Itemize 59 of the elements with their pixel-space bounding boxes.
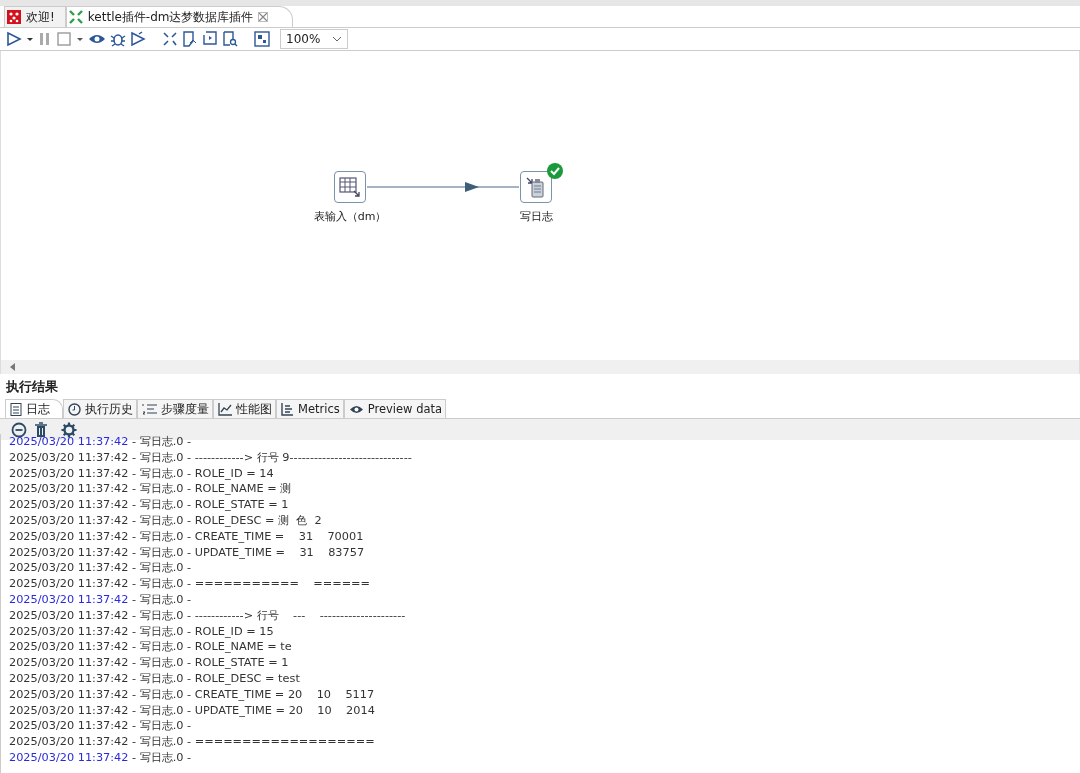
chevron-down-icon — [332, 36, 342, 42]
results-tab[interactable]: 日志 — [5, 399, 63, 418]
close-icon[interactable] — [258, 12, 269, 22]
log-line: 2025/03/20 11:37:42 - 写日志.0 - ROLE_NAME = te — [9, 639, 293, 656]
zoom-dropdown[interactable]: 100% — [280, 29, 348, 49]
log-line: 2025/03/20 11:37:42 - 写日志.0 - ROLE_ID = 14 — [9, 465, 275, 482]
tab-label: 欢迎! — [26, 8, 55, 26]
log-line: 2025/03/20 11:37:42 - 写日志.0 - — [9, 560, 193, 577]
log-line: 2025/03/20 11:37:42 - 写日志.0 - CREATE_TIME = 20 10 5117 — [9, 686, 376, 703]
document-search-icon[interactable] — [222, 31, 238, 47]
log-line: 2025/03/20 11:37:42 - 写日志.0 - — [9, 749, 193, 766]
horizontal-scrollbar[interactable] — [1, 360, 1079, 374]
spoon-logo-icon — [7, 10, 21, 24]
log-line: 2025/03/20 11:37:42 - 写日志.0 - — [9, 591, 193, 608]
stop-circle-icon[interactable] — [11, 421, 27, 438]
editor-tab[interactable]: 欢迎! — [4, 6, 66, 27]
log-line: 2025/03/20 11:37:42 - 写日志.0 - =================== — [9, 734, 376, 750]
run-check-icon[interactable] — [130, 31, 146, 47]
bug-icon[interactable] — [110, 31, 126, 47]
clock-icon — [68, 402, 81, 416]
results-tab[interactable]: Preview data — [343, 399, 447, 418]
log-line: 2025/03/20 11:37:42 - 写日志.0 - — [9, 718, 193, 735]
settings-icon[interactable] — [61, 421, 77, 438]
log-line: 2025/03/20 11:37:42 - 写日志.0 - ------------> 行号 --- --------------------- — [9, 607, 407, 624]
run-icon[interactable] — [6, 31, 22, 47]
results-tab[interactable]: 性能图 — [213, 399, 276, 418]
log-line: 2025/03/20 11:37:42 - 写日志.0 - CREATE_TIME = 31 70001 — [9, 528, 365, 545]
log-line: 2025/03/20 11:37:42 - 写日志.0 - ------------> 行号 9------------------------------ — [9, 449, 413, 466]
step-node[interactable] — [520, 171, 552, 203]
arrows-icon[interactable] — [162, 31, 178, 47]
results-tab[interactable]: Metrics — [276, 399, 344, 418]
step-label: 写日志 — [519, 209, 553, 224]
log-line: 2025/03/20 11:37:42 - 写日志.0 - ROLE_DESC = test — [9, 670, 301, 687]
table-icon — [338, 175, 362, 199]
log-line: 2025/03/20 11:37:42 - 写日志.0 - ROLE_DESC = 测 色 2 — [9, 513, 323, 529]
document-icon[interactable] — [182, 31, 198, 47]
log-line: 2025/03/20 11:37:42 - 写日志.0 - ROLE_ID = 15 — [9, 623, 275, 640]
document-icon — [10, 402, 22, 416]
log-line: 2025/03/20 11:37:42 - 写日志.0 - =========== ====== — [9, 576, 372, 592]
log-line: 2025/03/20 11:37:42 - 写日志.0 - UPDATE_TIME = 31 83757 — [9, 544, 366, 561]
scroll-left-icon[interactable] — [9, 363, 17, 371]
step-node[interactable] — [334, 171, 366, 203]
log-line: 2025/03/20 11:37:42 - 写日志.0 - ROLE_STATE = 1 — [9, 655, 290, 671]
log-line: 2025/03/20 11:37:42 - 写日志.0 - ROLE_NAME = 测 — [9, 481, 293, 498]
metrics-icon — [281, 402, 294, 416]
results-tab[interactable]: 步骤度量 — [137, 399, 213, 418]
layout-icon[interactable] — [254, 31, 270, 47]
step-label: 表输入（dm） — [313, 209, 387, 224]
tab-label: kettle插件-dm达梦数据库插件 — [87, 8, 254, 26]
numbered-list-icon — [142, 402, 157, 416]
log-line: 2025/03/20 11:37:42 - 写日志.0 - ROLE_STATE = 1 — [9, 497, 290, 513]
results-tab[interactable]: 执行历史 — [63, 399, 137, 418]
log-line: 2025/03/20 11:37:42 - 写日志.0 - UPDATE_TIME = 20 10 2014 — [9, 702, 376, 719]
transformation-icon — [68, 10, 83, 24]
line-chart-icon — [218, 402, 232, 416]
trash-icon[interactable] — [34, 421, 48, 438]
editor-tab[interactable]: kettle插件-dm达梦数据库插件 — [65, 6, 294, 27]
script-icon[interactable] — [202, 31, 218, 47]
log-line: 2025/03/20 11:37:42 - 写日志.0 - — [9, 434, 193, 450]
